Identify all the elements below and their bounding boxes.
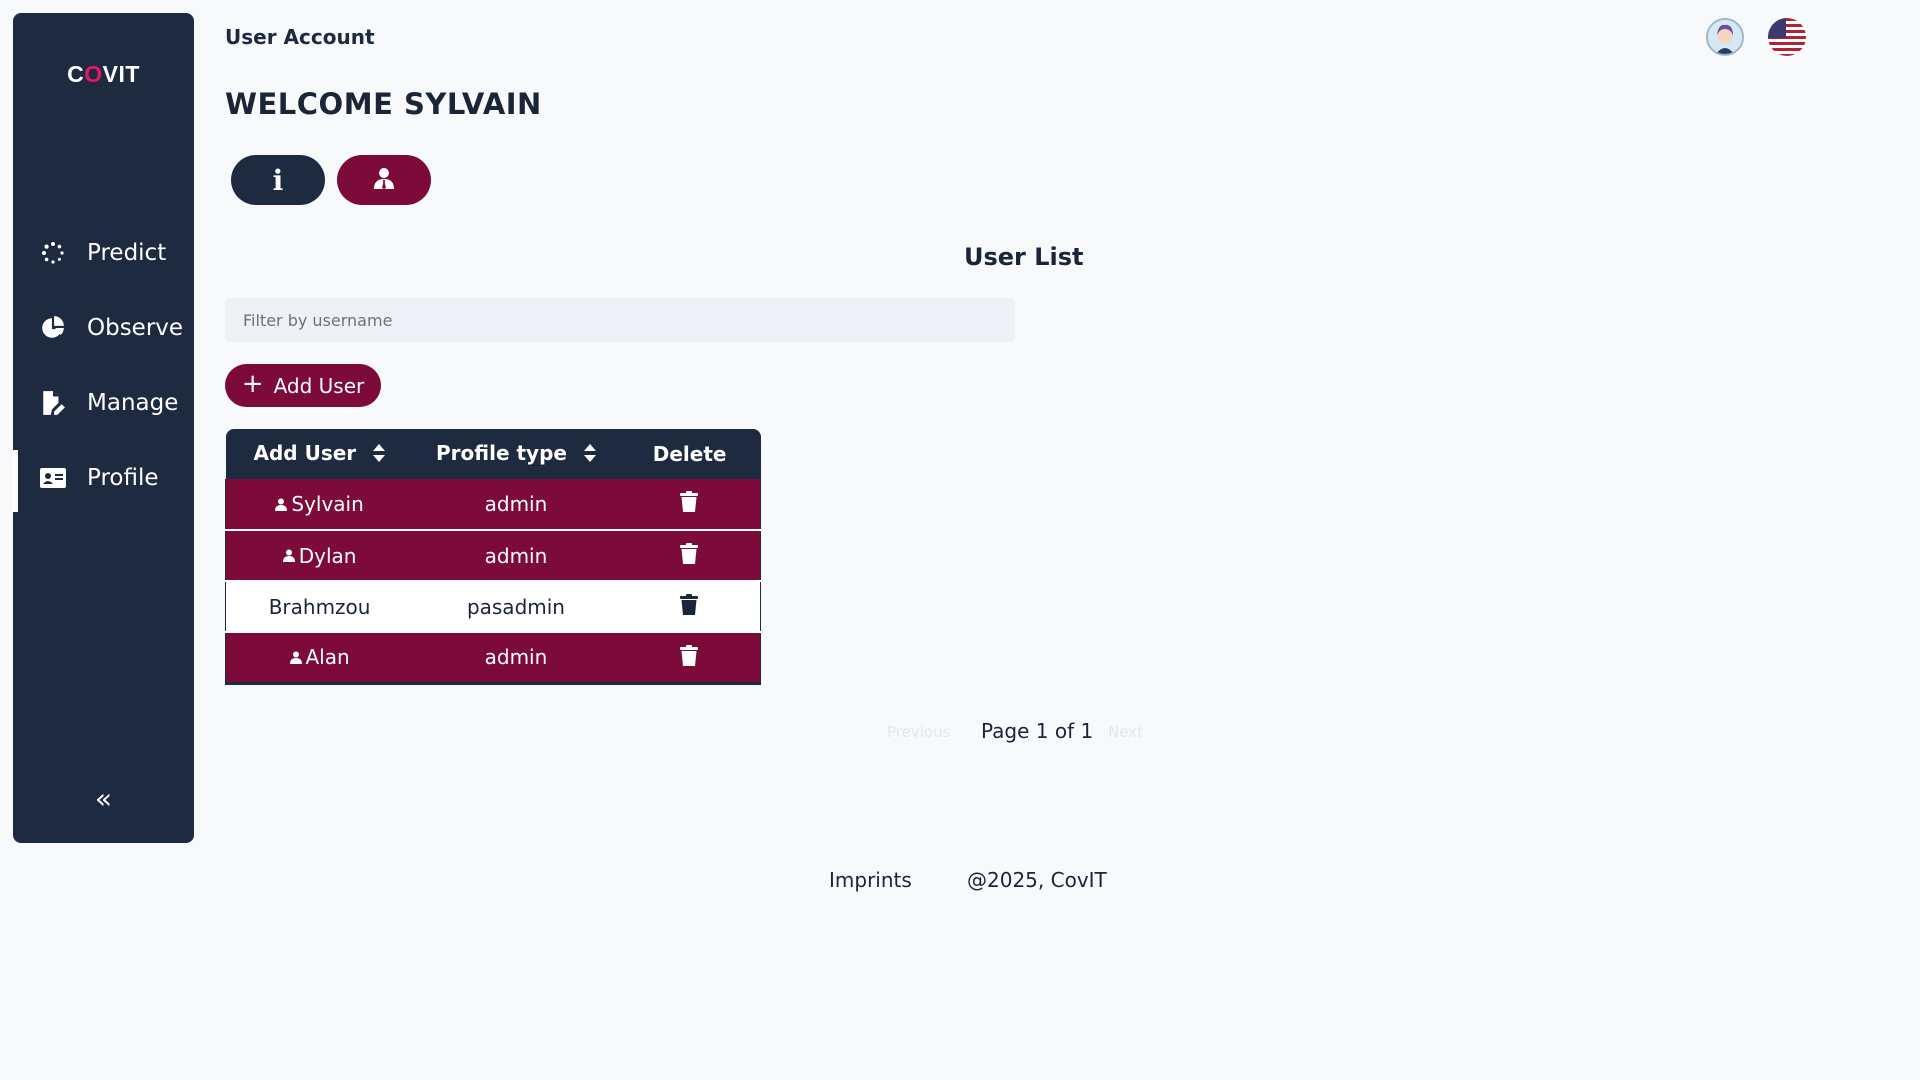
sidebar-item-profile[interactable]: Profile xyxy=(12,450,194,512)
trash-icon[interactable] xyxy=(680,644,699,671)
pagination-status: Page 1 of 1 xyxy=(981,719,1094,743)
trash-icon[interactable] xyxy=(680,542,699,569)
footer-imprints-link[interactable]: Imprints xyxy=(829,868,912,892)
sidebar-item-manage[interactable]: Manage xyxy=(13,375,194,431)
table-row: Sylvain admin xyxy=(225,479,761,531)
double-chevron-left-icon: « xyxy=(94,782,113,815)
sidebar-item-label: Observe xyxy=(87,315,184,341)
column-header-label: Delete xyxy=(652,442,727,466)
add-user-label: Add User xyxy=(273,373,365,398)
delete-cell xyxy=(618,530,761,582)
user-name-cell: Alan xyxy=(225,632,414,685)
column-header-profile-type[interactable]: Profile type xyxy=(413,429,619,479)
sidebar-item-predict[interactable]: Predict xyxy=(13,225,194,281)
profile-type-cell: admin xyxy=(413,632,619,685)
pagination-previous-button[interactable]: Previous xyxy=(887,723,950,741)
id-card-icon xyxy=(39,467,67,489)
user-name: Brahmzou xyxy=(268,594,371,619)
user-list-title: User List xyxy=(964,243,1084,271)
table-row: Brahmzou pasadmin xyxy=(225,581,761,633)
user-icon xyxy=(275,492,288,516)
column-header-label: Profile type xyxy=(436,441,567,466)
add-user-button[interactable]: + Add User xyxy=(225,364,381,407)
covit-logo[interactable]: COVIT xyxy=(13,59,194,88)
column-header-user[interactable]: Add User xyxy=(225,429,414,479)
plus-icon: + xyxy=(241,369,264,399)
trash-icon[interactable] xyxy=(680,491,699,517)
user-name: Alan xyxy=(305,645,350,670)
filter-username-input[interactable] xyxy=(225,298,1015,342)
user-name-cell: Sylvain xyxy=(225,479,414,531)
user-icon xyxy=(282,543,295,567)
sidebar-item-label: Manage xyxy=(87,390,179,416)
pie-chart-icon xyxy=(39,315,67,341)
logo-text-vit: VIT xyxy=(102,61,140,87)
user-icon xyxy=(289,645,302,669)
table-row: Dylan admin xyxy=(225,530,761,582)
collapse-sidebar-button[interactable]: « xyxy=(13,782,194,815)
sidebar-item-label: Profile xyxy=(87,465,159,491)
user-name: Sylvain xyxy=(291,492,364,516)
sidebar: COVIT Predict Observe Manage Profile « xyxy=(12,13,194,843)
delete-cell xyxy=(618,632,761,685)
user-name-cell: Brahmzou xyxy=(225,581,414,633)
footer-copyright: @2025, CovIT xyxy=(967,868,1107,892)
logo-text-c: C xyxy=(67,61,85,87)
us-flag-language-icon[interactable] xyxy=(1768,18,1806,56)
file-edit-icon xyxy=(39,390,67,416)
delete-cell xyxy=(618,479,761,531)
table-header-row: Add User Profile type Delete xyxy=(225,429,761,479)
profile-type-cell: admin xyxy=(413,479,619,531)
info-tab-button[interactable]: i xyxy=(231,155,325,205)
welcome-heading: WELCOME SYLVAIN xyxy=(225,87,542,121)
user-avatar[interactable] xyxy=(1706,18,1744,56)
user-table: Add User Profile type Delete Sylvain adm… xyxy=(225,429,761,685)
pagination-next-button[interactable]: Next xyxy=(1108,723,1143,741)
user-management-tab-button[interactable] xyxy=(337,155,431,205)
user-name: Dylan xyxy=(298,543,357,568)
profile-type-cell: admin xyxy=(413,530,619,582)
page-header-title: User Account xyxy=(225,25,375,49)
sidebar-item-label: Predict xyxy=(87,240,167,266)
sidebar-item-observe[interactable]: Observe xyxy=(13,300,194,356)
delete-cell xyxy=(618,581,761,633)
sort-icon[interactable] xyxy=(373,443,386,467)
profile-type-cell: pasadmin xyxy=(413,581,619,633)
user-name-cell: Dylan xyxy=(225,530,414,582)
virus-icon: O xyxy=(81,59,106,87)
column-header-label: Add User xyxy=(253,441,357,466)
user-tie-icon xyxy=(372,166,396,194)
info-icon: i xyxy=(272,163,284,197)
spinner-dots-icon xyxy=(39,241,67,265)
trash-icon[interactable] xyxy=(680,593,699,620)
table-row: Alan admin xyxy=(225,632,761,685)
column-header-delete: Delete xyxy=(618,429,761,479)
sort-icon[interactable] xyxy=(583,443,596,467)
